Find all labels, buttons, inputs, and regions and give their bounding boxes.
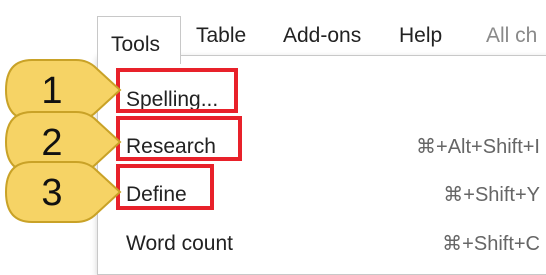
menu-help[interactable]: Help — [399, 16, 442, 56]
menu-item-shortcut: ⌘+Shift+Y — [443, 184, 540, 206]
menu-table[interactable]: Table — [196, 16, 246, 56]
menu-item-shortcut: ⌘+Shift+C — [442, 233, 540, 255]
menu-bar: Tools Table Add-ons Help All ch — [0, 8, 546, 64]
all-changes-status: All ch — [486, 24, 538, 47]
callout-number: 3 — [41, 172, 62, 214]
callout-number: 1 — [41, 70, 62, 112]
highlight-box-spelling — [116, 68, 238, 113]
menu-item-shortcut: ⌘+Alt+Shift+I — [416, 136, 540, 158]
callout-number: 2 — [41, 122, 62, 164]
menu-tools[interactable]: Tools — [97, 16, 181, 64]
callout-3: 3 — [4, 160, 124, 224]
menu-addons[interactable]: Add-ons — [283, 16, 361, 56]
menu-item-word-count[interactable]: Word count ⌘+Shift+C — [98, 222, 546, 266]
menu-item-label: Word count — [126, 232, 233, 255]
highlight-box-research — [116, 116, 242, 161]
highlight-box-define — [116, 164, 214, 210]
